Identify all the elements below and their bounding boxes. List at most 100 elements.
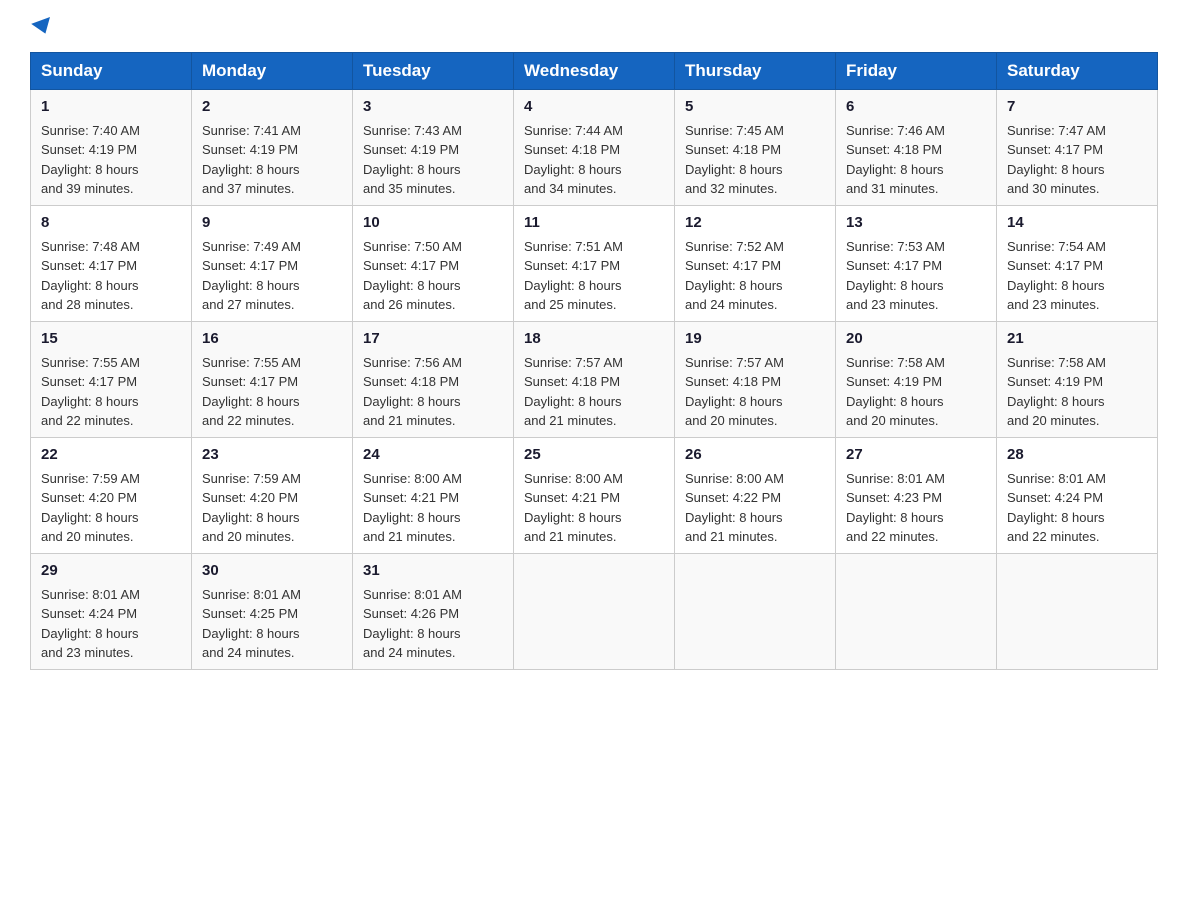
day-info: Sunrise: 7:50 AMSunset: 4:17 PMDaylight:… [363,239,462,313]
calendar-cell: 1Sunrise: 7:40 AMSunset: 4:19 PMDaylight… [31,90,192,206]
logo [30,20,53,34]
day-number: 26 [685,444,825,466]
day-info: Sunrise: 7:57 AMSunset: 4:18 PMDaylight:… [685,355,784,429]
weekday-header-row: SundayMondayTuesdayWednesdayThursdayFrid… [31,53,1158,90]
weekday-header-saturday: Saturday [997,53,1158,90]
calendar-cell: 12 Sunrise: 7:52 AMSunset: 4:17 PMDayligh… [675,206,836,322]
day-info: Sunrise: 8:01 AMSunset: 4:26 PMDaylight:… [363,587,462,661]
calendar-cell: 18 Sunrise: 7:57 AMSunset: 4:18 PMDayligh… [514,322,675,438]
day-number: 16 [202,328,342,350]
calendar-cell: 20 Sunrise: 7:58 AMSunset: 4:19 PMDayligh… [836,322,997,438]
day-number: 31 [363,560,503,582]
day-info: Sunrise: 8:00 AMSunset: 4:22 PMDaylight:… [685,471,784,545]
calendar-cell: 22Sunrise: 7:59 AMSunset: 4:20 PMDayligh… [31,438,192,554]
logo-triangle-icon [31,17,55,37]
calendar-cell: 16 Sunrise: 7:55 AMSunset: 4:17 PMDayligh… [192,322,353,438]
calendar-cell: 19 Sunrise: 7:57 AMSunset: 4:18 PMDayligh… [675,322,836,438]
day-number: 7 [1007,96,1147,118]
calendar-cell: 6 Sunrise: 7:46 AMSunset: 4:18 PMDaylight… [836,90,997,206]
day-number: 11 [524,212,664,234]
day-info: Sunrise: 8:01 AMSunset: 4:24 PMDaylight:… [41,587,140,661]
day-info: Sunrise: 7:46 AMSunset: 4:18 PMDaylight:… [846,123,945,197]
weekday-header-wednesday: Wednesday [514,53,675,90]
calendar-cell [997,554,1158,670]
week-row-2: 8Sunrise: 7:48 AMSunset: 4:17 PMDaylight… [31,206,1158,322]
day-number: 2 [202,96,342,118]
calendar-cell: 11 Sunrise: 7:51 AMSunset: 4:17 PMDayligh… [514,206,675,322]
day-info: Sunrise: 7:41 AMSunset: 4:19 PMDaylight:… [202,123,301,197]
day-info: Sunrise: 7:57 AMSunset: 4:18 PMDaylight:… [524,355,623,429]
calendar-cell: 9 Sunrise: 7:49 AMSunset: 4:17 PMDaylight… [192,206,353,322]
calendar-cell [836,554,997,670]
calendar-cell: 17 Sunrise: 7:56 AMSunset: 4:18 PMDayligh… [353,322,514,438]
calendar-cell: 2 Sunrise: 7:41 AMSunset: 4:19 PMDaylight… [192,90,353,206]
day-info: Sunrise: 7:58 AMSunset: 4:19 PMDaylight:… [846,355,945,429]
day-number: 10 [363,212,503,234]
weekday-header-friday: Friday [836,53,997,90]
day-number: 3 [363,96,503,118]
calendar-cell: 15 Sunrise: 7:55 AMSunset: 4:17 PMDayligh… [31,322,192,438]
weekday-header-tuesday: Tuesday [353,53,514,90]
day-number: 8 [41,212,181,234]
week-row-4: 22 Sunrise: 7:59 AMSunset: 4:20 PMDayligh… [31,438,1158,554]
calendar-cell: 3 Sunrise: 7:43 AMSunset: 4:19 PMDaylight… [353,90,514,206]
calendar-cell: 13Sunrise: 7:53 AMSunset: 4:17 PMDayligh… [836,206,997,322]
day-number: 12 [685,212,825,234]
weekday-header-monday: Monday [192,53,353,90]
day-info: Sunrise: 7:54 AMSunset: 4:17 PMDaylight:… [1007,239,1106,313]
day-number: 29 [41,560,181,582]
day-info: Sunrise: 8:01 AMSunset: 4:23 PMDaylight:… [846,471,945,545]
calendar-cell: 4 Sunrise: 7:44 AMSunset: 4:18 PMDaylight… [514,90,675,206]
day-number: 4 [524,96,664,118]
day-number: 25 [524,444,664,466]
calendar-cell: 23 Sunrise: 7:59 AMSunset: 4:20 PMDayligh… [192,438,353,554]
calendar-cell: 28Sunrise: 8:01 AMSunset: 4:24 PMDayligh… [997,438,1158,554]
day-number: 5 [685,96,825,118]
day-info: Sunrise: 7:49 AMSunset: 4:17 PMDaylight:… [202,239,301,313]
calendar-cell: 27 Sunrise: 8:01 AMSunset: 4:23 PMDayligh… [836,438,997,554]
day-info: Sunrise: 7:51 AMSunset: 4:17 PMDaylight:… [524,239,623,313]
calendar-cell: 26 Sunrise: 8:00 AMSunset: 4:22 PMDayligh… [675,438,836,554]
calendar-cell: 21 Sunrise: 7:58 AMSunset: 4:19 PMDayligh… [997,322,1158,438]
day-number: 15 [41,328,181,350]
day-info: Sunrise: 7:56 AMSunset: 4:18 PMDaylight:… [363,355,462,429]
day-number: 28 [1007,444,1147,466]
day-info: Sunrise: 7:44 AMSunset: 4:18 PMDaylight:… [524,123,623,197]
day-number: 23 [202,444,342,466]
day-number: 27 [846,444,986,466]
day-info: Sunrise: 7:43 AMSunset: 4:19 PMDaylight:… [363,123,462,197]
day-number: 24 [363,444,503,466]
week-row-1: 1Sunrise: 7:40 AMSunset: 4:19 PMDaylight… [31,90,1158,206]
day-info: Sunrise: 7:52 AMSunset: 4:17 PMDaylight:… [685,239,784,313]
day-number: 17 [363,328,503,350]
day-number: 9 [202,212,342,234]
day-number: 30 [202,560,342,582]
day-number: 13 [846,212,986,234]
day-info: Sunrise: 7:47 AMSunset: 4:17 PMDaylight:… [1007,123,1106,197]
day-number: 22 [41,444,181,466]
day-info: Sunrise: 8:01 AMSunset: 4:25 PMDaylight:… [202,587,301,661]
day-number: 14 [1007,212,1147,234]
day-number: 18 [524,328,664,350]
calendar-cell: 30 Sunrise: 8:01 AMSunset: 4:25 PMDayligh… [192,554,353,670]
day-number: 6 [846,96,986,118]
day-number: 20 [846,328,986,350]
week-row-3: 15 Sunrise: 7:55 AMSunset: 4:17 PMDayligh… [31,322,1158,438]
day-info: Sunrise: 7:45 AMSunset: 4:18 PMDaylight:… [685,123,784,197]
day-info: Sunrise: 8:00 AMSunset: 4:21 PMDaylight:… [524,471,623,545]
day-info: Sunrise: 7:40 AMSunset: 4:19 PMDaylight:… [41,123,140,197]
calendar-cell: 5 Sunrise: 7:45 AMSunset: 4:18 PMDaylight… [675,90,836,206]
day-info: Sunrise: 7:58 AMSunset: 4:19 PMDaylight:… [1007,355,1106,429]
day-info: Sunrise: 7:55 AMSunset: 4:17 PMDaylight:… [41,355,140,429]
day-info: Sunrise: 7:59 AMSunset: 4:20 PMDaylight:… [202,471,301,545]
calendar-cell: 25 Sunrise: 8:00 AMSunset: 4:21 PMDayligh… [514,438,675,554]
calendar-cell [675,554,836,670]
weekday-header-thursday: Thursday [675,53,836,90]
day-number: 19 [685,328,825,350]
day-number: 21 [1007,328,1147,350]
calendar-cell: 29 Sunrise: 8:01 AMSunset: 4:24 PMDayligh… [31,554,192,670]
page-header [30,20,1158,34]
calendar-cell: 7 Sunrise: 7:47 AMSunset: 4:17 PMDaylight… [997,90,1158,206]
week-row-5: 29 Sunrise: 8:01 AMSunset: 4:24 PMDayligh… [31,554,1158,670]
day-info: Sunrise: 7:55 AMSunset: 4:17 PMDaylight:… [202,355,301,429]
